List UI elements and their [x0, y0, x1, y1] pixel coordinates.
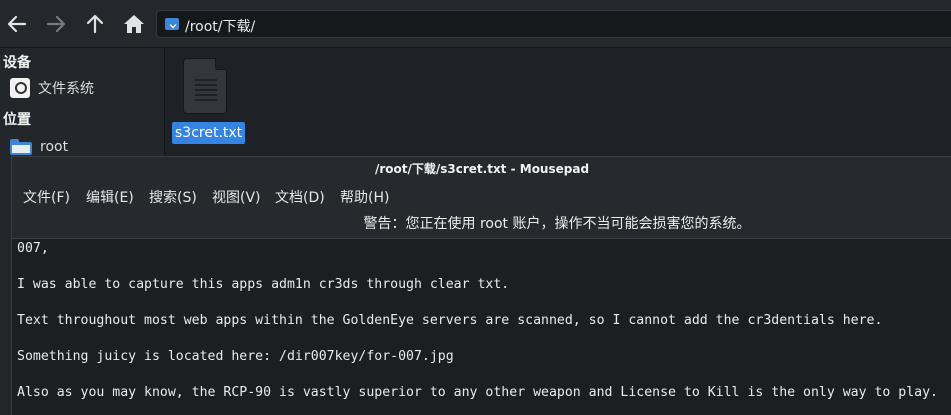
window-title: /root/下载/s3cret.txt - Mousepad — [374, 162, 590, 176]
sidebar-item-label: root — [40, 139, 69, 155]
sidebar-header-places: 位置 — [3, 112, 31, 128]
editor-line: Text throughout most web apps within the… — [17, 313, 883, 328]
menu-help[interactable]: 帮助(H) — [340, 187, 389, 207]
drive-icon — [10, 78, 30, 98]
menu-document[interactable]: 文档(D) — [275, 187, 325, 207]
sidebar-item-root[interactable]: root — [10, 136, 68, 158]
home-icon — [124, 15, 144, 33]
editor-line: Also as you may know, the RCP-90 is vast… — [17, 385, 938, 400]
arrow-right-icon — [46, 15, 66, 33]
editor-line: I was able to capture this apps adm1n cr… — [17, 277, 510, 292]
editor-line: 007, — [17, 241, 49, 256]
root-warning: 警告：您正在使用 root 账户，操作不当可能会损害您的系统。 — [363, 216, 751, 232]
sidebar-header-devices: 设备 — [3, 55, 31, 71]
download-folder-icon — [165, 18, 179, 30]
arrow-left-icon — [7, 15, 27, 33]
editor-line: Something juicy is located here: /dir007… — [17, 349, 454, 364]
forward-button[interactable] — [42, 9, 70, 39]
home-button[interactable] — [120, 9, 148, 39]
sidebar-item-label: 文件系统 — [38, 81, 94, 97]
arrow-up-icon — [86, 14, 104, 34]
folder-icon — [10, 139, 32, 155]
mousepad-window: /root/下载/s3cret.txt - Mousepad 文件(F) 编辑(… — [11, 156, 951, 415]
address-path: /root/下载/ — [185, 19, 256, 35]
menu-edit[interactable]: 编辑(E) — [86, 187, 134, 207]
menu-view[interactable]: 视图(V) — [212, 187, 261, 207]
up-button[interactable] — [81, 9, 109, 39]
text-editor[interactable]: 007, I was able to capture this apps adm… — [12, 238, 951, 415]
menu-bar: 文件(F) 编辑(E) 搜索(S) 视图(V) 文档(D) 帮助(H) — [12, 185, 951, 209]
back-button[interactable] — [3, 9, 31, 39]
sidebar-item-filesystem[interactable]: 文件系统 — [10, 77, 94, 99]
menu-search[interactable]: 搜索(S) — [149, 187, 197, 207]
address-bar[interactable]: /root/下载/ — [156, 10, 951, 38]
file-manager-toolbar: /root/下载/ — [0, 0, 951, 48]
menu-file[interactable]: 文件(F) — [23, 187, 70, 207]
text-document-icon — [183, 58, 227, 114]
file-name: s3cret.txt — [172, 122, 246, 144]
